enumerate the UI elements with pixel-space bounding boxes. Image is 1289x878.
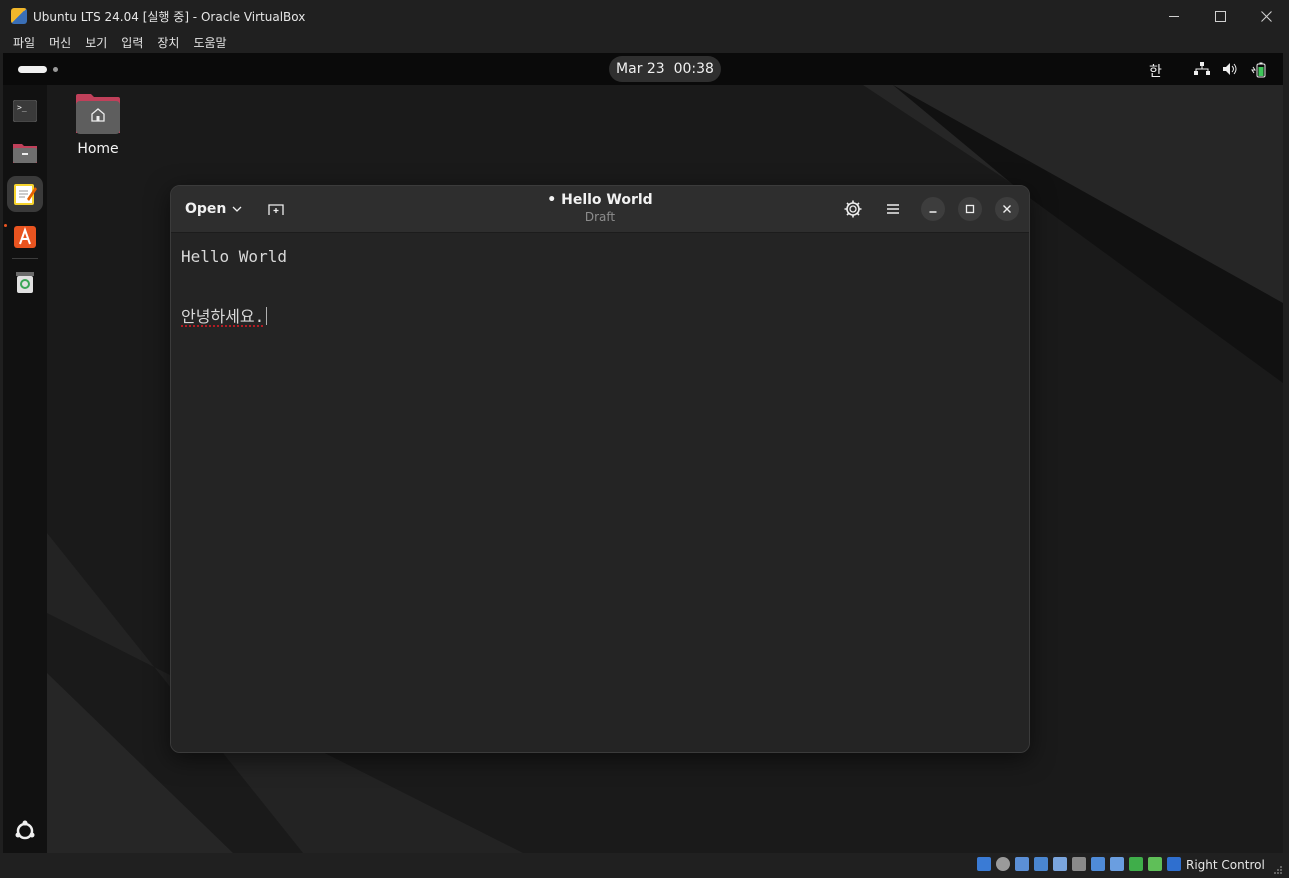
- battery-icon[interactable]: [1251, 62, 1267, 78]
- text-line-3: 안녕하세요.: [181, 303, 268, 327]
- editor-headerbar: Open • Hello World Draft: [171, 186, 1029, 233]
- host-titlebar: Ubuntu LTS 24.04 [실행 중] - Oracle Virtual…: [0, 0, 1289, 33]
- shared-folders-icon[interactable]: [1072, 857, 1086, 871]
- host-statusbar: Right Control: [0, 853, 1289, 878]
- main-menu-button[interactable]: [878, 194, 908, 224]
- text-editor-icon: [14, 184, 37, 205]
- files-launcher[interactable]: [7, 135, 43, 171]
- minimize-icon: [1168, 15, 1179, 17]
- dock: >_: [3, 85, 47, 853]
- app-center-icon: [14, 226, 36, 248]
- minimize-icon: [929, 211, 937, 213]
- menu-machine[interactable]: 머신: [49, 34, 71, 51]
- menu-view[interactable]: 보기: [85, 34, 107, 51]
- text-editor-window: Open • Hello World Draft Hello World 안녕하…: [170, 185, 1030, 753]
- cpu-icon[interactable]: [1129, 857, 1143, 871]
- home-label: Home: [77, 141, 119, 157]
- mouse-integration-icon[interactable]: [1148, 857, 1162, 871]
- editor-minimize-button[interactable]: [921, 197, 945, 221]
- terminal-icon: >_: [13, 100, 37, 122]
- hard-disk-icon[interactable]: [977, 857, 991, 871]
- close-button[interactable]: [1243, 0, 1289, 32]
- menu-devices[interactable]: 장치: [157, 34, 179, 51]
- resize-grip-icon[interactable]: [1273, 865, 1283, 875]
- terminal-launcher[interactable]: >_: [7, 93, 43, 129]
- minimize-button[interactable]: [1151, 0, 1197, 32]
- network-icon[interactable]: [1194, 62, 1210, 76]
- hamburger-menu-icon: [887, 204, 899, 214]
- window-controls: [1151, 0, 1289, 32]
- document-settings-button[interactable]: [838, 194, 868, 224]
- network-adapter-icon[interactable]: [1034, 857, 1048, 871]
- keyboard-capture-icon[interactable]: [1167, 857, 1181, 871]
- host-key-label: Right Control: [1186, 858, 1265, 872]
- files-icon: [13, 144, 37, 163]
- menu-help[interactable]: 도움말: [193, 34, 226, 51]
- close-icon: [1003, 205, 1011, 213]
- misspelled-text: 안녕하세요.: [181, 307, 265, 326]
- input-method-indicator[interactable]: 한: [1149, 61, 1162, 81]
- optical-drive-icon[interactable]: [996, 857, 1010, 871]
- host-menubar: 파일 머신 보기 입력 장치 도움말: [0, 32, 1289, 53]
- guest-screen: Mar 23 00:38 한 >_ Home Open • Hello Worl…: [3, 53, 1283, 853]
- app-center-launcher[interactable]: [7, 218, 43, 254]
- text-cursor: [266, 307, 268, 325]
- trash-launcher[interactable]: [7, 264, 43, 300]
- editor-text-area[interactable]: Hello World 안녕하세요.: [171, 233, 1029, 752]
- recording-icon[interactable]: [1110, 857, 1124, 871]
- usb-icon[interactable]: [1053, 857, 1067, 871]
- window-title: Ubuntu LTS 24.04 [실행 중] - Oracle Virtual…: [33, 9, 306, 24]
- dock-separator: [12, 258, 38, 259]
- gear-icon: [844, 200, 862, 218]
- volume-icon[interactable]: [1222, 62, 1238, 76]
- editor-maximize-button[interactable]: [958, 197, 982, 221]
- audio-icon[interactable]: [1015, 857, 1029, 871]
- maximize-icon: [965, 204, 975, 214]
- virtualbox-icon: [11, 8, 27, 24]
- text-line-1: Hello World: [181, 247, 287, 266]
- workspace-indicator[interactable]: [53, 67, 58, 72]
- maximize-icon: [1214, 10, 1226, 22]
- top-bar: Mar 23 00:38 한: [3, 53, 1283, 85]
- svg-text:>_: >_: [17, 103, 27, 112]
- close-icon: [1260, 10, 1272, 22]
- maximize-button[interactable]: [1197, 0, 1243, 32]
- home-folder-icon: [75, 93, 121, 135]
- desktop-home-icon[interactable]: Home: [67, 89, 129, 157]
- editor-close-button[interactable]: [995, 197, 1019, 221]
- show-apps-button[interactable]: [7, 813, 43, 849]
- text-editor-launcher[interactable]: [7, 176, 43, 212]
- menu-file[interactable]: 파일: [13, 34, 35, 51]
- display-icon[interactable]: [1091, 857, 1105, 871]
- workspace-indicator-active[interactable]: [18, 66, 47, 73]
- ubuntu-apps-icon: [15, 820, 35, 840]
- menu-input[interactable]: 입력: [121, 34, 143, 51]
- clock[interactable]: Mar 23 00:38: [609, 56, 721, 82]
- trash-icon: [16, 272, 34, 293]
